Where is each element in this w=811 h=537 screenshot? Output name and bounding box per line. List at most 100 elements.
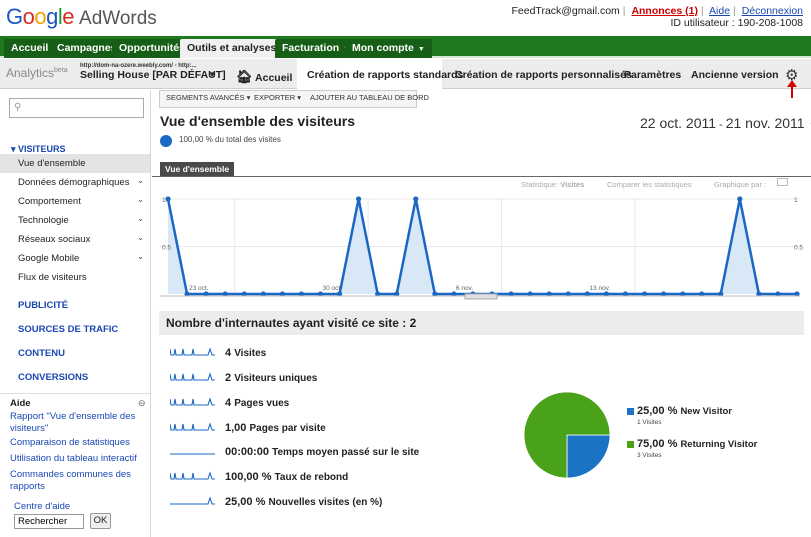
stat-row[interactable]: 4 Visites bbox=[170, 346, 510, 362]
sidebar-item-comportement[interactable]: Comportement ⌄ bbox=[0, 192, 150, 211]
sparkline bbox=[170, 422, 215, 431]
stat-row[interactable]: 4 Pages vues bbox=[170, 396, 510, 412]
analytics-logo: Analyticsbeta bbox=[6, 66, 68, 80]
y-tick-label: 0.5 bbox=[794, 245, 803, 252]
sidebar-item-reseaux-sociaux[interactable]: Réseaux sociaux ⌄ bbox=[0, 230, 150, 249]
home-button[interactable]: 🏠︎ Accueil bbox=[236, 59, 292, 89]
stat-row[interactable]: 1,00 Pages par visite bbox=[170, 421, 510, 437]
annonces-link[interactable]: Annonces (1) bbox=[631, 5, 698, 17]
chevron-down-icon: ▼ bbox=[417, 46, 425, 53]
stat-row[interactable]: 2 Visiteurs uniques bbox=[170, 371, 510, 387]
ok-button[interactable]: OK bbox=[90, 513, 111, 529]
x-tick-label: 13 nov. bbox=[589, 285, 610, 292]
chart-point bbox=[737, 196, 743, 202]
sidebar: ⚲ ▾ VISITEURS Vue d'ensemble Données dém… bbox=[0, 90, 151, 537]
home-icon: 🏠︎ bbox=[236, 69, 253, 84]
sparkline bbox=[170, 372, 215, 381]
chart-point bbox=[356, 196, 362, 202]
legend-swatch bbox=[627, 408, 634, 415]
legend-swatch bbox=[627, 441, 634, 448]
search-icon: ⚲ bbox=[14, 102, 22, 113]
tab-standard-reports[interactable]: Création de rapports standards bbox=[297, 59, 463, 90]
visitor-pie-chart bbox=[523, 391, 611, 479]
y-tick-label: 1 bbox=[162, 197, 166, 204]
tab-custom-reports[interactable]: Création de rapports personnalisés bbox=[455, 59, 632, 89]
chevron-down-icon: ⌄ bbox=[137, 214, 144, 223]
chevron-down-icon: ⌄ bbox=[137, 195, 144, 204]
tab-parametres[interactable]: Paramètres bbox=[624, 59, 681, 89]
sidebar-item-google-mobile[interactable]: Google Mobile ⌄ bbox=[0, 249, 150, 268]
chevron-down-icon: ⌄ bbox=[137, 252, 144, 261]
chevron-down-icon: ⌄ bbox=[137, 176, 144, 185]
sidebar-item-technologie[interactable]: Technologie ⌄ bbox=[0, 211, 150, 230]
statistic-selector[interactable]: Statistique: Visites bbox=[521, 180, 584, 189]
user-info: FeedTrack@gmail.com | Annonces (1) | Aide |… bbox=[511, 5, 803, 29]
tab-accueil[interactable]: Accueil bbox=[4, 39, 56, 58]
help-link-overview[interactable]: Rapport "Vue d'ensemble des visiteurs" bbox=[10, 411, 142, 435]
google-adwords-logo[interactable]: Google AdWords bbox=[6, 4, 157, 30]
pie-slice bbox=[566, 434, 611, 479]
chart-point bbox=[413, 196, 419, 202]
help-link-compare[interactable]: Comparaison de statistiques bbox=[10, 437, 142, 449]
top-header: Google AdWords FeedTrack@gmail.com | Annon… bbox=[0, 0, 811, 36]
chart-resize-handle bbox=[464, 293, 498, 300]
y-tick-label: 1 bbox=[794, 197, 798, 204]
y-tick-label: 0.5 bbox=[162, 245, 171, 252]
sidebar-section-contenu[interactable]: CONTENU bbox=[18, 348, 65, 359]
help-panel: Aide ⊖ bbox=[0, 393, 150, 409]
x-tick-label: 30 oct. bbox=[322, 285, 342, 292]
collapse-icon[interactable]: ⊖ bbox=[138, 398, 146, 409]
sparkline bbox=[170, 471, 215, 480]
page-title: Vue d'ensemble des visiteurs bbox=[160, 113, 356, 129]
profile-name: Selling House [PAR DÉFAUT] bbox=[80, 69, 226, 81]
total-percent: 100,00 % du total des visites bbox=[179, 135, 281, 144]
graph-type-icon[interactable] bbox=[777, 178, 788, 186]
help-title: Aide bbox=[10, 398, 31, 409]
search-input[interactable]: ⚲ bbox=[9, 98, 144, 118]
aide-link[interactable]: Aide bbox=[709, 5, 730, 17]
chevron-down-icon: ⌄ bbox=[137, 233, 144, 242]
stat-row[interactable]: 00:00:00 Temps moyen passé sur le site bbox=[170, 445, 510, 461]
help-link-commands[interactable]: Commandes communes des rapports bbox=[10, 469, 142, 493]
sidebar-item-flux-visiteurs[interactable]: Flux de visiteurs bbox=[0, 268, 150, 287]
date-range-picker[interactable]: 22 oct. 2011-21 nov. 2011▼ bbox=[640, 115, 811, 131]
tab-mon-compte[interactable]: Mon compte ▼ bbox=[345, 39, 432, 58]
chevron-down-icon: ▼ bbox=[208, 70, 216, 79]
help-search-input[interactable] bbox=[14, 514, 84, 529]
sidebar-section-conversions[interactable]: CONVERSIONS bbox=[18, 372, 88, 383]
product-name: AdWords bbox=[79, 8, 157, 29]
profile-selector[interactable]: http://dom-na-ozere.weebly.com/ - http:.… bbox=[80, 63, 226, 85]
graph-by[interactable]: Graphique par : bbox=[714, 180, 766, 189]
sidebar-item-demographiques[interactable]: Données démographiques ⌄ bbox=[0, 173, 150, 192]
x-tick-label: 6 nov. bbox=[456, 285, 473, 292]
tab-ancienne-version[interactable]: Ancienne version bbox=[691, 59, 779, 89]
chart-point bbox=[165, 196, 171, 202]
help-link-interactive[interactable]: Utilisation du tableau interactif bbox=[10, 453, 142, 465]
user-email: FeedTrack@gmail.com bbox=[511, 5, 620, 17]
sparkline bbox=[170, 496, 215, 505]
visits-chart[interactable]: 1 1 0.5 0.5 23 oct. 30 oct. 6 nov. 13 nov. bbox=[152, 189, 811, 305]
sidebar-section-publicite[interactable]: PUBLICITÉ bbox=[18, 300, 68, 311]
sparkline bbox=[170, 397, 215, 406]
stat-row[interactable]: 25,00 % Nouvelles visites (en %) bbox=[170, 495, 510, 511]
summary-header: Nombre d'internautes ayant visité ce sit… bbox=[159, 311, 804, 335]
help-center-link[interactable]: Centre d'aide bbox=[14, 501, 70, 512]
x-tick-label: 23 oct. bbox=[189, 285, 209, 292]
user-id: ID utilisateur : 190-208-1008 bbox=[670, 17, 804, 29]
tab-vue-ensemble[interactable]: Vue d'ensemble bbox=[160, 162, 235, 176]
main-content: SEGMENTS AVANCÉS ▾ EXPORTER ▾ AJOUTER AU… bbox=[152, 90, 811, 537]
sidebar-item-vue-ensemble[interactable]: Vue d'ensemble bbox=[0, 154, 150, 173]
export-button[interactable]: EXPORTER ▾ bbox=[254, 93, 301, 102]
chevron-down-icon: ▾ bbox=[11, 144, 16, 154]
sidebar-section-sources-trafic[interactable]: SOURCES DE TRAFIC bbox=[18, 324, 118, 335]
compare-stats[interactable]: Comparer les statistiques bbox=[607, 180, 692, 189]
report-toolbar: SEGMENTS AVANCÉS ▾ EXPORTER ▾ AJOUTER AU… bbox=[159, 90, 429, 108]
sparkline bbox=[170, 453, 215, 455]
pie-icon bbox=[160, 135, 172, 147]
add-dashboard-button[interactable]: AJOUTER AU TABLEAU DE BORD bbox=[310, 93, 429, 102]
stat-row[interactable]: 100,00 % Taux de rebond bbox=[170, 470, 510, 486]
segments-button[interactable]: SEGMENTS AVANCÉS ▾ bbox=[166, 93, 250, 102]
sparkline bbox=[170, 347, 215, 356]
summary-title: Nombre d'internautes ayant visité ce sit… bbox=[166, 316, 417, 330]
deconnexion-link[interactable]: Déconnexion bbox=[742, 5, 803, 17]
